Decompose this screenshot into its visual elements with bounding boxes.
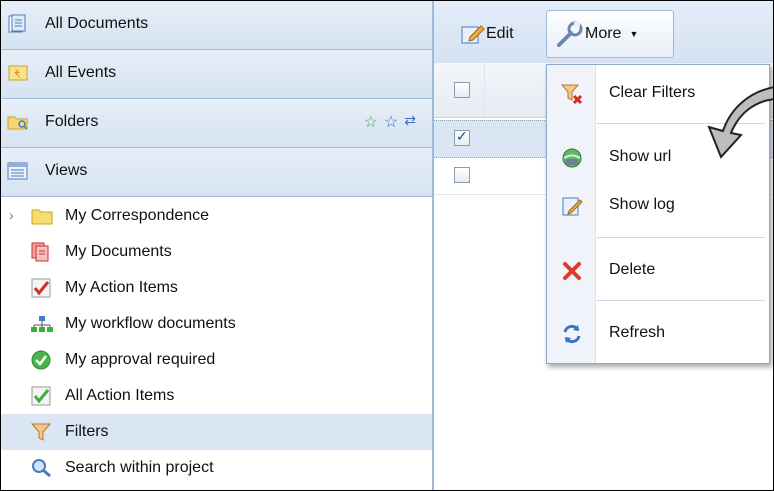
views-tree: › My Correspondence My Documents My Acti… xyxy=(1,198,432,486)
menu-item-label: Show url xyxy=(609,148,672,165)
clear-filter-icon xyxy=(560,83,583,105)
menu-item-label: Delete xyxy=(609,261,656,278)
tree-item-label: Search within project xyxy=(65,459,214,476)
accordion-all-documents[interactable]: All Documents xyxy=(1,1,432,50)
menu-separator xyxy=(597,237,765,238)
menu-separator xyxy=(597,300,765,301)
folder-actions: ☆ ☆ ⇄ xyxy=(364,112,416,132)
tree-item-my-approval-required[interactable]: My approval required xyxy=(1,342,432,378)
check-mark-icon: ✓ xyxy=(456,128,468,144)
accordion-label: Folders xyxy=(45,113,99,130)
select-all-checkbox[interactable] xyxy=(454,82,470,98)
tree-item-filters[interactable]: Filters xyxy=(1,414,432,450)
globe-icon xyxy=(561,147,583,169)
tree-item-my-correspondence[interactable]: › My Correspondence xyxy=(1,198,432,234)
folders-icon xyxy=(7,112,29,132)
tree-item-search-within-project[interactable]: Search within project xyxy=(1,450,432,486)
search-icon xyxy=(31,458,53,478)
views-icon xyxy=(7,161,29,181)
refresh-icon xyxy=(561,323,583,345)
menu-item-delete[interactable]: Delete xyxy=(547,250,769,290)
tree-item-my-documents[interactable]: My Documents xyxy=(1,234,432,270)
accordion-label: Views xyxy=(45,162,88,179)
menu-item-label: Refresh xyxy=(609,324,666,341)
tree-item-my-action-items[interactable]: My Action Items xyxy=(1,270,432,306)
tree-item-all-action-items[interactable]: All Action Items xyxy=(1,378,432,414)
toolbar: Edit More ▼ xyxy=(434,1,773,64)
checkmark-icon xyxy=(31,278,53,298)
accordion-folders[interactable]: Folders ☆ ☆ ⇄ xyxy=(1,99,432,148)
favorite-star-blue-icon[interactable]: ☆ xyxy=(384,112,398,132)
tree-item-label: My Correspondence xyxy=(65,207,210,224)
callout-arrow-annotation xyxy=(707,86,773,159)
menu-item-show-log[interactable]: Show log xyxy=(547,185,769,225)
menu-item-label: Clear Filters xyxy=(609,84,696,101)
header-column-divider xyxy=(484,63,545,117)
more-label: More xyxy=(585,25,622,42)
workflow-icon xyxy=(31,314,53,334)
tree-item-label: All Action Items xyxy=(65,387,175,404)
menu-item-label: Show log xyxy=(609,196,675,213)
tree-item-label: My Documents xyxy=(65,243,172,260)
edit-button[interactable]: Edit xyxy=(460,19,514,49)
left-navigation-panel: All Documents All Events Folders ☆ ☆ ⇄ V… xyxy=(1,1,434,490)
expand-arrow-icon[interactable]: › xyxy=(9,207,14,223)
checkmark-icon xyxy=(31,386,53,406)
log-icon xyxy=(561,195,583,217)
edit-icon xyxy=(460,23,486,45)
documents-icon xyxy=(31,242,53,262)
sync-icon[interactable]: ⇄ xyxy=(404,112,416,132)
delete-icon xyxy=(561,260,583,282)
filter-icon xyxy=(30,422,53,442)
approval-icon xyxy=(31,350,53,370)
favorite-star-green-icon[interactable]: ☆ xyxy=(364,112,378,132)
accordion-views[interactable]: Views xyxy=(1,148,432,197)
documents-icon xyxy=(7,14,29,34)
wrench-icon xyxy=(555,19,585,49)
accordion-all-events[interactable]: All Events xyxy=(1,50,432,99)
tree-item-label: My approval required xyxy=(65,351,216,368)
events-icon xyxy=(7,63,29,83)
more-button[interactable]: More ▼ xyxy=(546,10,674,58)
tree-item-label: Filters xyxy=(65,423,109,440)
edit-label: Edit xyxy=(486,25,514,42)
accordion-label: All Events xyxy=(45,64,117,81)
accordion-label: All Documents xyxy=(45,15,149,32)
row-checkbox[interactable] xyxy=(454,167,470,183)
tree-item-my-workflow-documents[interactable]: My workflow documents xyxy=(1,306,432,342)
row-checkbox[interactable]: ✓ xyxy=(454,128,470,146)
tree-item-label: My workflow documents xyxy=(65,315,236,332)
app-window: All Documents All Events Folders ☆ ☆ ⇄ V… xyxy=(0,0,774,491)
tree-item-label: My Action Items xyxy=(65,279,178,296)
folder-icon xyxy=(31,206,53,226)
menu-item-refresh[interactable]: Refresh xyxy=(547,313,769,353)
chevron-down-icon: ▼ xyxy=(629,29,639,39)
